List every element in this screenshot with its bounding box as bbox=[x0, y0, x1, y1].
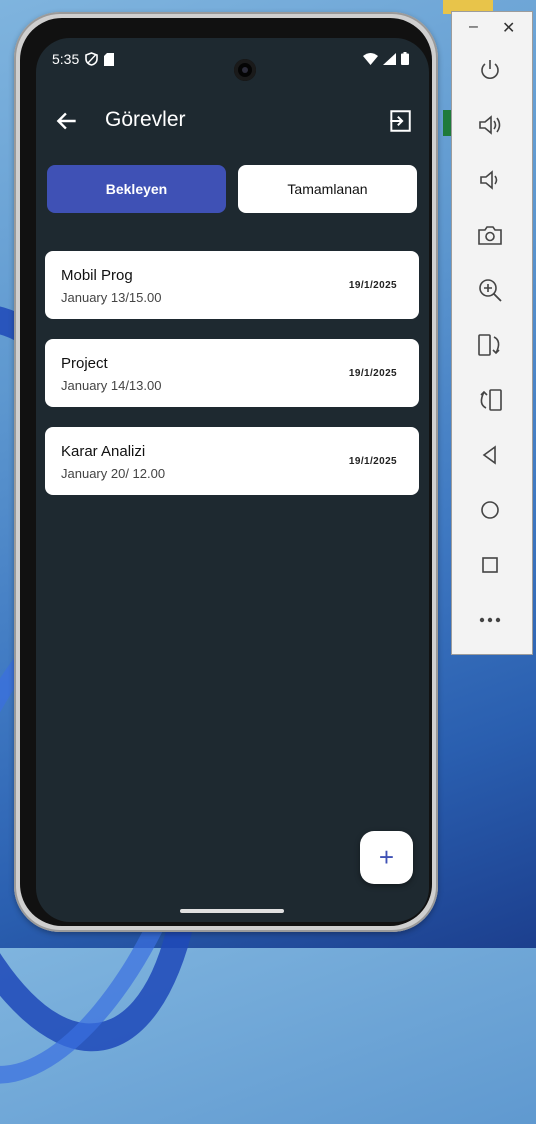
camera-icon[interactable] bbox=[474, 219, 506, 251]
rotate-left-icon[interactable] bbox=[474, 329, 506, 361]
task-date: 19/1/2025 bbox=[348, 368, 397, 379]
task-date: 19/1/2025 bbox=[348, 280, 397, 291]
task-card[interactable]: Karar Analizi January 20/ 12.00 19/1/202… bbox=[45, 427, 419, 495]
battery-icon bbox=[401, 52, 409, 65]
task-time: January 20/ 12.00 bbox=[61, 466, 166, 481]
rotate-right-icon[interactable] bbox=[474, 384, 506, 416]
gesture-home-bar[interactable] bbox=[180, 909, 284, 913]
phone-bezel: 5:35 Görevler Bekleyen Tamamlanan Mobil … bbox=[20, 18, 432, 926]
front-camera bbox=[234, 59, 256, 81]
task-time: January 13/15.00 bbox=[61, 290, 162, 305]
status-icons bbox=[363, 52, 409, 65]
overview-icon[interactable] bbox=[474, 549, 506, 581]
task-name: Mobil Prog bbox=[61, 267, 133, 284]
emulator-toolbar: – ✕ bbox=[451, 11, 533, 655]
shield-icon bbox=[85, 52, 99, 66]
volume-up-icon[interactable] bbox=[474, 109, 506, 141]
zoom-in-icon[interactable] bbox=[474, 274, 506, 306]
volume-down-icon[interactable] bbox=[474, 164, 506, 196]
phone-frame: 5:35 Görevler Bekleyen Tamamlanan Mobil … bbox=[14, 12, 438, 932]
app-screen: 5:35 Görevler Bekleyen Tamamlanan Mobil … bbox=[36, 38, 429, 922]
sd-card-icon bbox=[104, 52, 115, 66]
wifi-icon bbox=[363, 52, 378, 65]
status-bar: 5:35 bbox=[52, 51, 115, 67]
home-icon[interactable] bbox=[474, 494, 506, 526]
tab-pending[interactable]: Bekleyen bbox=[47, 165, 226, 213]
power-icon[interactable] bbox=[474, 54, 506, 86]
back-icon[interactable] bbox=[474, 439, 506, 471]
tab-completed[interactable]: Tamamlanan bbox=[238, 165, 417, 213]
task-time: January 14/13.00 bbox=[61, 378, 162, 393]
page-title: Görevler bbox=[105, 108, 186, 131]
signal-icon bbox=[383, 52, 396, 65]
task-card[interactable]: Mobil Prog January 13/15.00 19/1/2025 bbox=[45, 251, 419, 319]
task-name: Karar Analizi bbox=[61, 443, 146, 460]
add-task-button[interactable]: + bbox=[360, 831, 413, 884]
app-bar: Görevler bbox=[36, 98, 429, 146]
minimize-icon[interactable]: – bbox=[469, 18, 478, 36]
logout-icon[interactable] bbox=[387, 108, 413, 134]
close-icon[interactable]: ✕ bbox=[502, 18, 515, 38]
back-arrow-icon[interactable] bbox=[54, 108, 80, 134]
status-time: 5:35 bbox=[52, 51, 80, 67]
task-date: 19/1/2025 bbox=[348, 456, 397, 467]
task-name: Project bbox=[61, 355, 108, 372]
desktop-icon-fragment bbox=[443, 110, 451, 136]
task-card[interactable]: Project January 14/13.00 19/1/2025 bbox=[45, 339, 419, 407]
more-icon[interactable] bbox=[474, 604, 506, 636]
